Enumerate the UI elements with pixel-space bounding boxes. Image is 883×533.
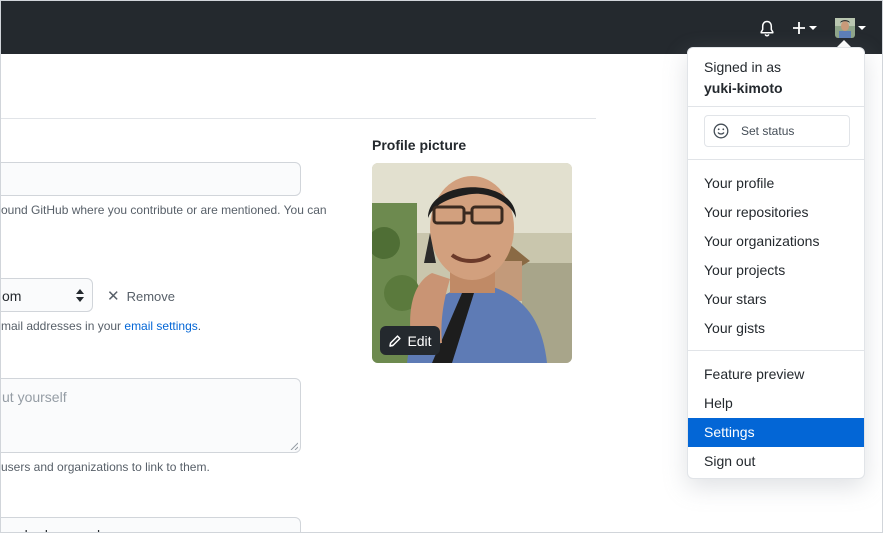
resize-handle-icon[interactable] — [290, 442, 298, 450]
menu-item-help[interactable]: Help — [688, 389, 864, 418]
chevron-down-icon — [858, 26, 866, 30]
user-menu-button[interactable] — [835, 15, 866, 41]
email-settings-link[interactable]: email settings — [124, 319, 197, 333]
username: yuki-kimoto — [704, 80, 783, 96]
name-input[interactable] — [1, 162, 301, 196]
menu-divider — [688, 106, 864, 107]
menu-item-your-profile[interactable]: Your profile — [688, 169, 864, 198]
remove-email-button[interactable]: ✕ Remove — [107, 287, 175, 305]
menu-item-your-organizations[interactable]: Your organizations — [688, 227, 864, 256]
menu-divider — [688, 159, 864, 160]
menu-pointer — [837, 40, 851, 47]
create-new-button[interactable] — [792, 15, 817, 41]
email-select[interactable]: om — [1, 278, 93, 312]
menu-item-feature-preview[interactable]: Feature preview — [688, 360, 864, 389]
settings-page: ound GitHub where you contribute or are … — [0, 0, 883, 533]
notifications-button[interactable] — [759, 15, 775, 41]
user-dropdown-menu: Signed in as yuki-kimoto Set status Your… — [687, 47, 865, 479]
section-divider — [1, 118, 596, 119]
x-icon: ✕ — [107, 288, 120, 305]
signed-in-as-label: Signed in as — [704, 59, 782, 75]
bio-help-text: users and organizations to link to them. — [1, 460, 210, 474]
pencil-icon — [389, 334, 402, 347]
email-help-text: ound GitHub where you contribute or are … — [1, 203, 327, 217]
profile-picture-title: Profile picture — [372, 137, 467, 153]
avatar — [835, 18, 855, 38]
chevron-down-icon — [809, 26, 817, 30]
url-input[interactable]: nexlordsexample — [1, 517, 301, 532]
select-arrows-icon — [76, 289, 84, 302]
menu-item-your-gists[interactable]: Your gists — [688, 314, 864, 343]
smiley-icon — [713, 123, 729, 139]
menu-item-your-projects[interactable]: Your projects — [688, 256, 864, 285]
edit-picture-button[interactable]: Edit — [380, 326, 440, 355]
menu-item-your-repositories[interactable]: Your repositories — [688, 198, 864, 227]
menu-item-your-stars[interactable]: Your stars — [688, 285, 864, 314]
menu-divider — [688, 350, 864, 351]
set-status-button[interactable]: Set status — [704, 115, 850, 147]
bell-icon — [760, 20, 774, 36]
remove-label: Remove — [126, 288, 175, 304]
menu-item-sign-out[interactable]: Sign out — [688, 447, 864, 476]
bio-textarea[interactable]: ut yourself — [1, 378, 301, 453]
manage-email-note: mail addresses in your email settings. — [1, 319, 202, 333]
plus-icon — [793, 22, 805, 34]
menu-item-settings[interactable]: Settings — [688, 418, 864, 447]
